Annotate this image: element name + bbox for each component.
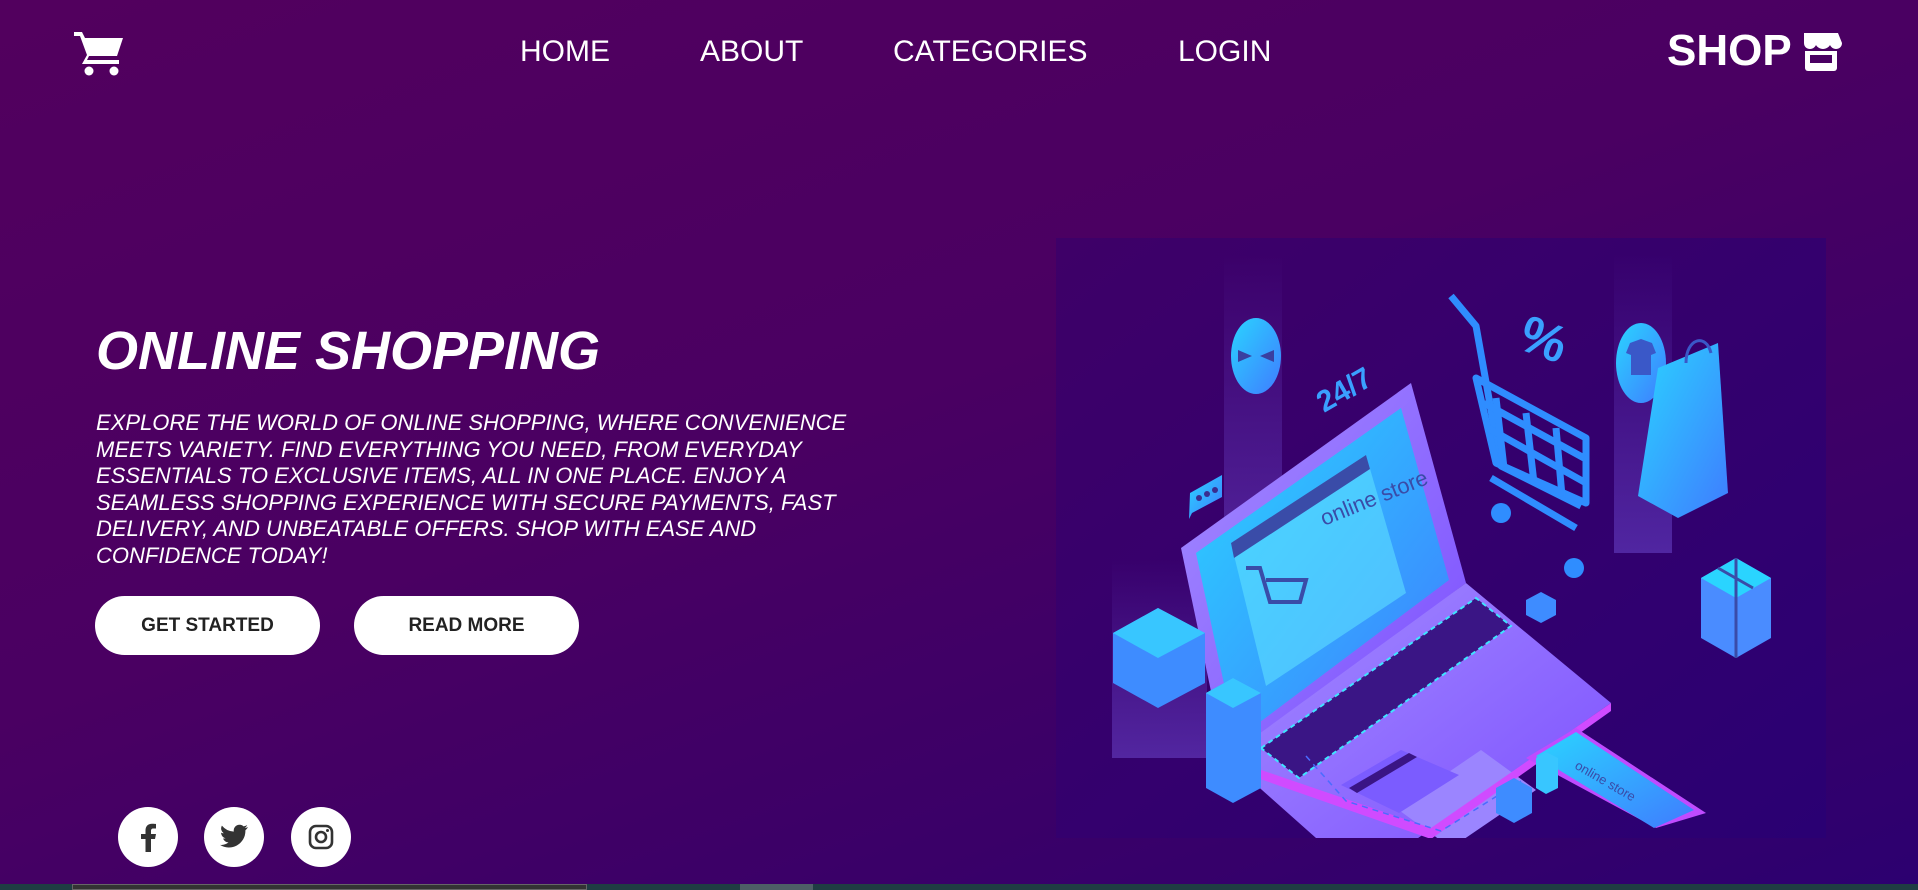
store-icon xyxy=(1803,33,1842,71)
twitter-icon xyxy=(220,824,248,848)
tall-box-graphic xyxy=(1206,678,1261,803)
nav-about[interactable]: ABOUT xyxy=(700,34,803,70)
nav-home[interactable]: HOME xyxy=(520,34,610,70)
gift-box-graphic xyxy=(1701,558,1771,658)
twitter-link[interactable] xyxy=(204,807,264,867)
read-more-button[interactable]: READ MORE xyxy=(354,596,579,655)
nav-categories[interactable]: CATEGORIES xyxy=(893,34,1087,70)
taskbar-item[interactable] xyxy=(740,884,813,890)
instagram-icon xyxy=(308,824,334,850)
facebook-link[interactable] xyxy=(118,807,178,867)
get-started-button[interactable]: GET STARTED xyxy=(95,596,320,655)
online-shopping-illustration: 24/7 % online store online store xyxy=(1056,238,1826,838)
shop-link[interactable]: SHOP xyxy=(1667,26,1842,76)
nav-login[interactable]: LOGIN xyxy=(1178,34,1271,70)
hero-buttons: GET STARTED READ MORE xyxy=(95,596,579,655)
taskbar-search[interactable] xyxy=(72,884,587,890)
hero-title: ONLINE SHOPPING xyxy=(96,321,601,381)
main-nav: HOME ABOUT CATEGORIES LOGIN xyxy=(0,34,1918,70)
shop-label: SHOP xyxy=(1667,26,1792,75)
instagram-link[interactable] xyxy=(291,807,351,867)
hero-section: ONLINE SHOPPING EXPLORE THE WORLD OF ONL… xyxy=(96,322,896,569)
hero-description: EXPLORE THE WORLD OF ONLINE SHOPPING, WH… xyxy=(96,410,847,568)
facebook-icon xyxy=(141,823,156,852)
